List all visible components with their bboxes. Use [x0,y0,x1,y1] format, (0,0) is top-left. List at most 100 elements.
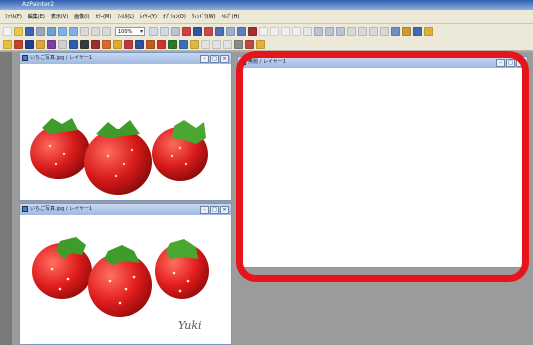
maximize-icon[interactable]: □ [210,206,219,214]
image-canvas[interactable]: Yuki [20,215,231,344]
paste-icon[interactable] [102,26,111,36]
smudge-tool-icon[interactable] [58,39,67,49]
sharpen-icon[interactable] [380,26,389,36]
stamp-tool-icon[interactable] [245,39,254,49]
image-canvas[interactable] [20,64,231,200]
replace-tool-icon[interactable] [135,39,144,49]
guide-icon[interactable] [336,26,345,36]
pen-tool-icon[interactable] [3,39,12,49]
close-icon[interactable]: × [220,55,229,63]
title-bar: AzPainter2 [0,0,533,10]
minimize-icon[interactable]: – [496,59,505,67]
open-folder-icon[interactable] [14,26,23,36]
layer-copy-icon[interactable] [215,26,224,36]
airbrush-tool-icon[interactable] [36,39,45,49]
dotted-pen-icon[interactable] [80,39,89,49]
copy-icon[interactable] [91,26,100,36]
finger-tool-icon[interactable] [91,39,100,49]
select-ellipse-icon[interactable] [270,26,279,36]
drawing-toolbar [0,38,533,51]
window-cascade-icon[interactable] [402,26,411,36]
maximize-icon[interactable]: □ [506,59,515,67]
window-controls: – □ × [199,55,229,63]
window-title: いちご写真.jpg / レイヤー1 [30,206,93,212]
main-toolbar: 100% [0,24,533,38]
menu-help[interactable]: ﾍﾙﾌﾟ(H) [219,10,243,24]
menu-view[interactable]: 表示(V) [48,10,71,24]
menu-image[interactable]: 画像(I) [71,10,92,24]
brush-set-icon[interactable] [248,26,257,36]
layer-delete-icon[interactable] [204,26,213,36]
menu-edit[interactable]: 編集(E) [25,10,48,24]
image-window-top-left[interactable]: いちご写真.jpg / レイヤー1 – □ × [19,52,232,201]
select-tool-icon[interactable] [256,39,265,49]
color-adjust-icon[interactable] [358,26,367,36]
zoom-select[interactable]: 100% [115,26,145,36]
layer-icon[interactable] [182,26,191,36]
line-tool-icon[interactable] [69,39,78,49]
minimize-icon[interactable]: – [200,206,209,214]
print-icon[interactable] [36,26,45,36]
move-tool-icon[interactable] [179,39,188,49]
rotate-icon[interactable] [171,26,180,36]
layer-new-icon[interactable] [193,26,202,36]
magic-wand-icon[interactable] [303,26,312,36]
menu-window[interactable]: ｳｨﾝﾄﾞｳ(W) [189,10,219,24]
filter-icon[interactable] [347,26,356,36]
blank-canvas[interactable] [238,68,527,267]
close-icon[interactable]: × [220,206,229,214]
shape-tool-icon[interactable] [168,39,177,49]
zoom-out-icon[interactable] [160,26,169,36]
document-icon [22,55,28,61]
window-titlebar[interactable]: 無題 / レイヤー1 – □ × [238,57,527,68]
strawberry-photo [30,118,208,195]
maximize-icon[interactable]: □ [210,55,219,63]
menu-option[interactable]: ｵﾌﾟｼｮﾝ(O) [160,10,189,24]
redo-icon[interactable] [69,26,78,36]
undo-icon[interactable] [58,26,67,36]
eyedropper-tool-icon[interactable] [212,39,221,49]
pencil-tool-icon[interactable] [25,39,34,49]
loupe-tool-icon[interactable] [223,39,232,49]
watercolor-tool-icon[interactable] [47,39,56,49]
text-tool-icon[interactable] [201,39,210,49]
save-icon[interactable] [25,26,34,36]
dodge-tool-icon[interactable] [113,39,122,49]
blur-icon[interactable] [369,26,378,36]
select-poly-icon[interactable] [281,26,290,36]
close-icon[interactable]: × [516,59,525,67]
fill-tool-icon[interactable] [146,39,155,49]
image-window-bottom-left[interactable]: いちご写真.jpg / レイヤー1 – □ × Yuki [19,203,232,345]
brush-tool-icon[interactable] [14,39,23,49]
zoom-in-icon[interactable] [149,26,158,36]
menu-layer[interactable]: ﾚｲﾔｰ(Y) [137,10,160,24]
cut-icon[interactable] [80,26,89,36]
signature: Yuki [178,319,202,332]
ruler-icon[interactable] [325,26,334,36]
menu-bar: ﾌｧｲﾙ(F) 編集(E) 表示(V) 画像(I) ｶﾗｰ(M) ﾌｨﾙﾀ(L)… [0,10,533,24]
layer-merge-icon[interactable] [226,26,235,36]
preview-icon[interactable] [47,26,56,36]
hand-tool-icon[interactable] [234,39,243,49]
options-icon[interactable] [424,26,433,36]
window-list-icon[interactable] [413,26,422,36]
select-free-icon[interactable] [292,26,301,36]
grid-icon[interactable] [314,26,323,36]
minimize-icon[interactable]: – [200,55,209,63]
menu-filter[interactable]: ﾌｨﾙﾀ(L) [114,10,137,24]
document-icon [22,206,28,212]
blur-tool-icon[interactable] [102,39,111,49]
workspace-area: いちご写真.jpg / レイヤー1 – □ × いちご写真.jpg / レイヤー… [12,52,533,345]
menu-color[interactable]: ｶﾗｰ(M) [93,10,115,24]
window-titlebar[interactable]: いちご写真.jpg / レイヤー1 – □ × [20,53,231,64]
image-window-new[interactable]: 無題 / レイヤー1 – □ × [237,56,528,268]
menu-file[interactable]: ﾌｧｲﾙ(F) [2,10,25,24]
gradient-tool-icon[interactable] [157,39,166,49]
eraser-tool-icon[interactable] [190,39,199,49]
window-tile-icon[interactable] [391,26,400,36]
select-rect-icon[interactable] [259,26,268,36]
window-titlebar[interactable]: いちご写真.jpg / レイヤー1 – □ × [20,204,231,215]
burn-tool-icon[interactable] [124,39,133,49]
palette-icon[interactable] [237,26,246,36]
new-file-icon[interactable] [3,26,12,36]
